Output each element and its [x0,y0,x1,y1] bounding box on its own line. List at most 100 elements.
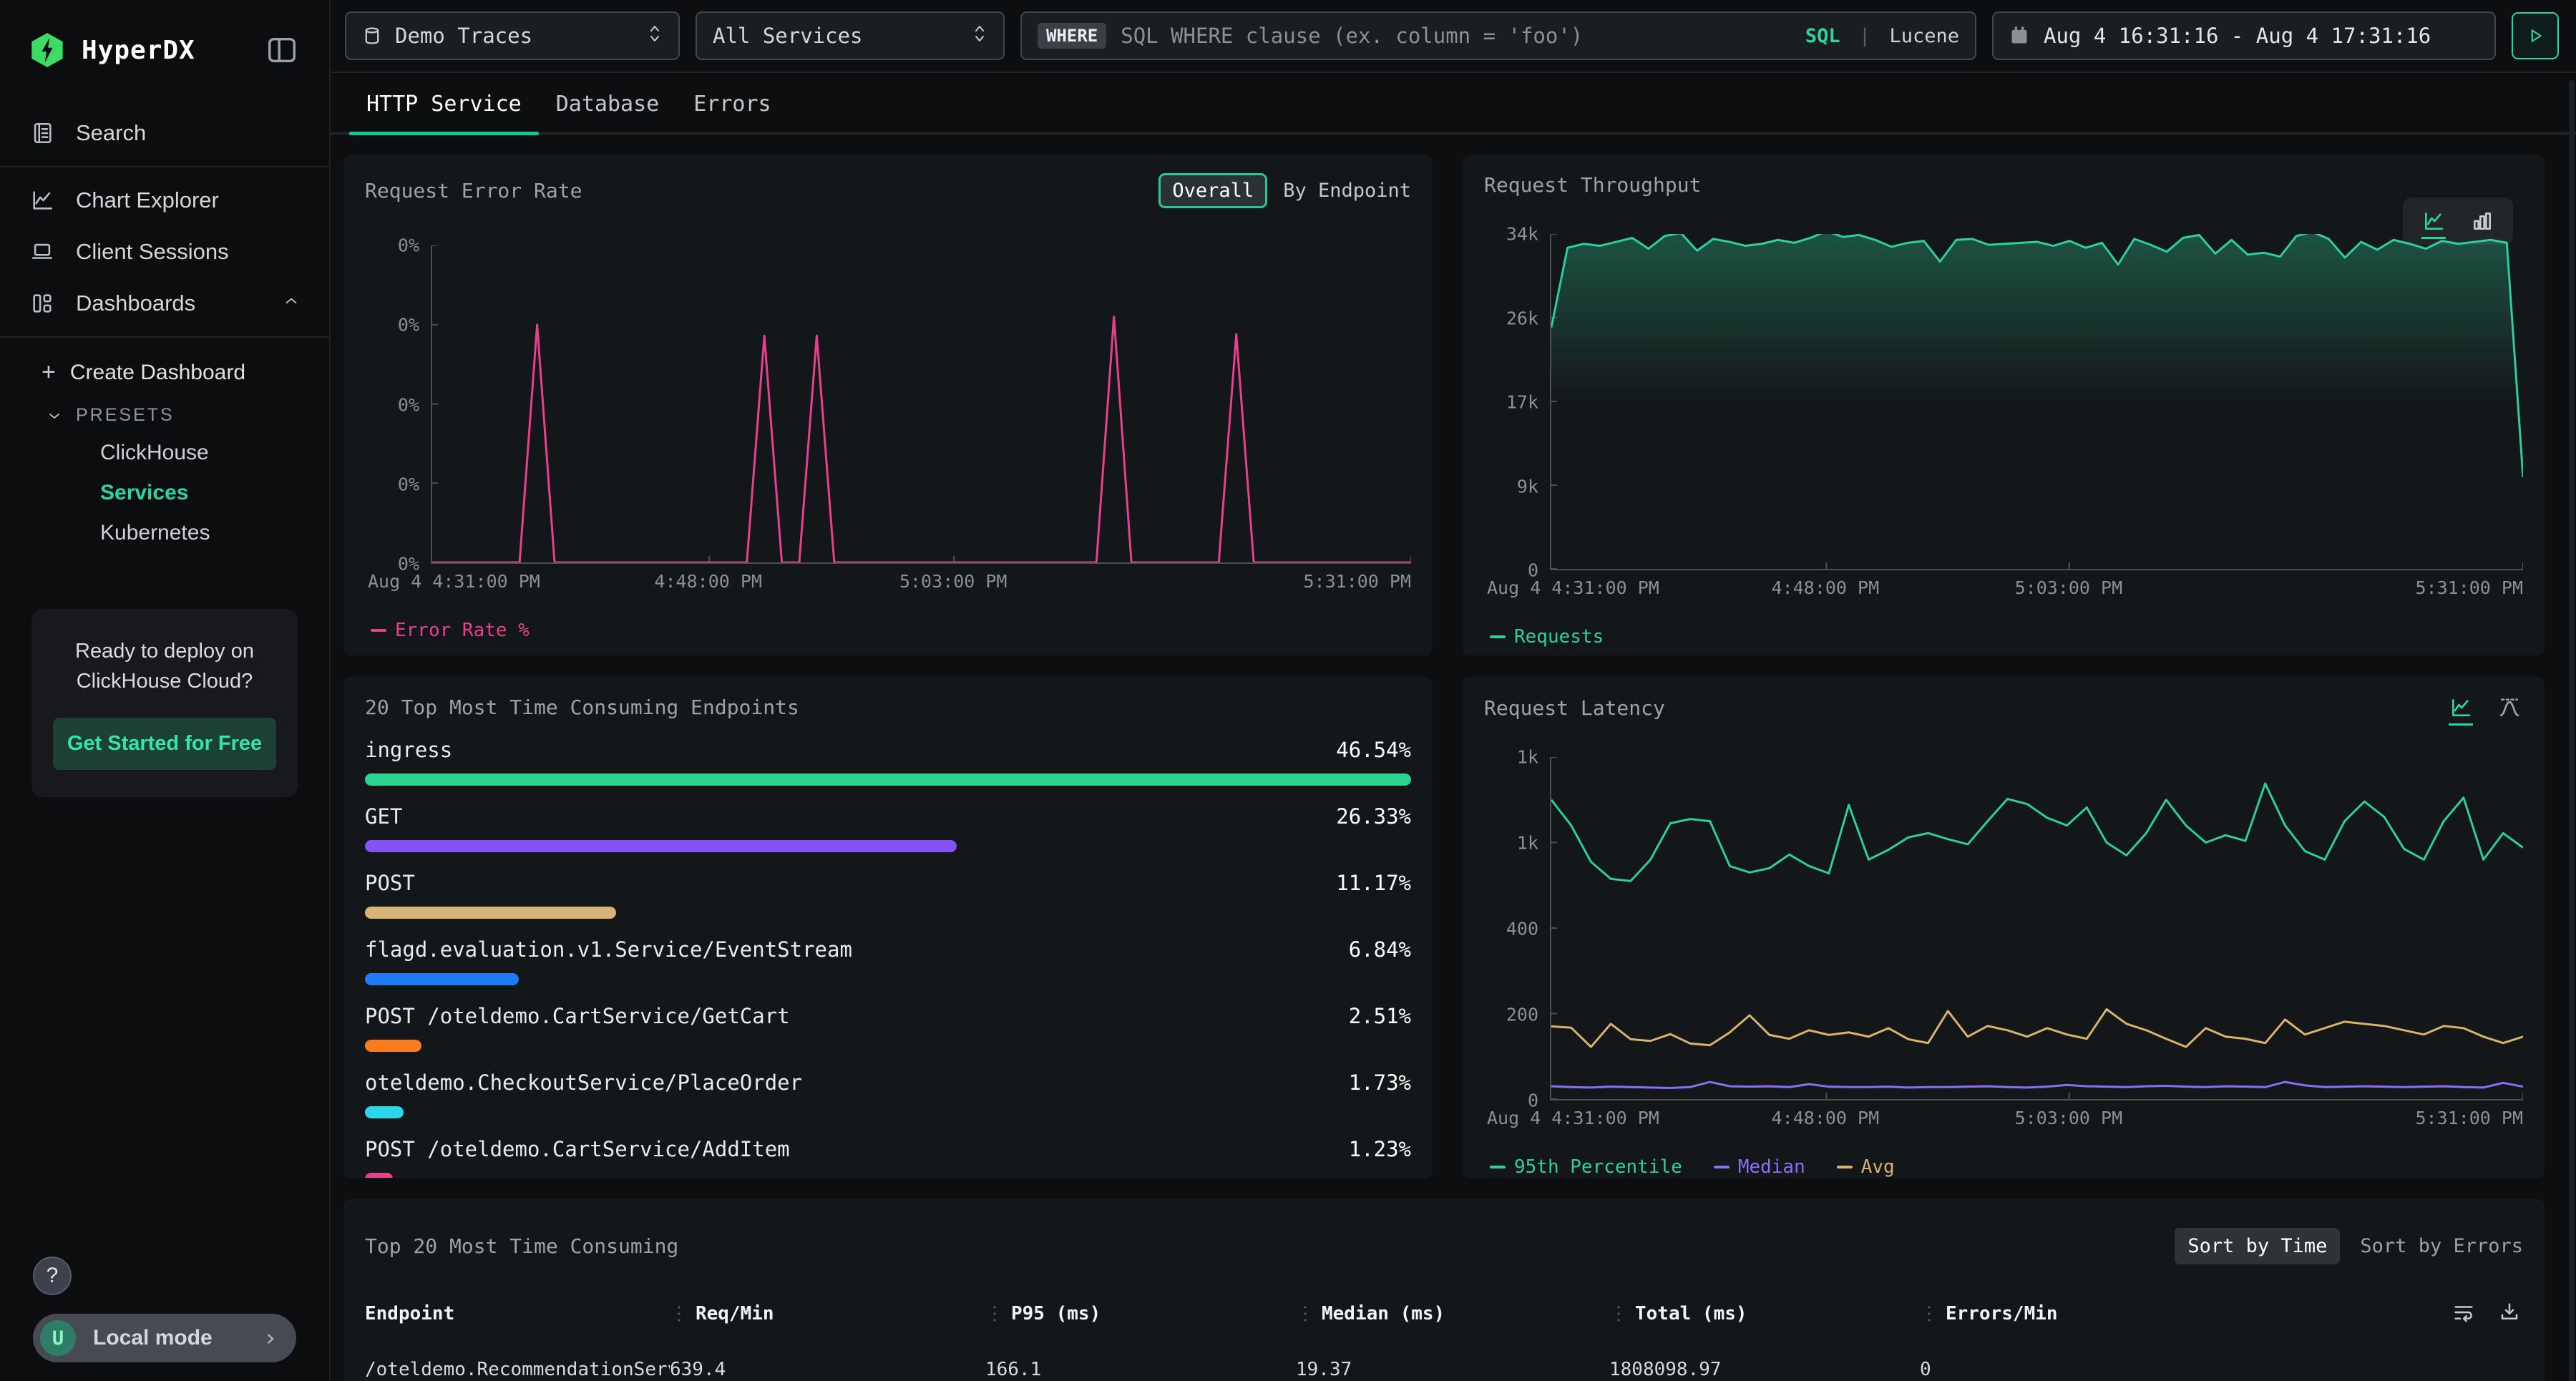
sidebar-item-dashboards[interactable]: Dashboards [0,278,329,329]
tab-bar: HTTP Service Database Errors [331,73,2576,135]
select-chevrons-icon [972,23,987,49]
wrap-lines-icon[interactable] [2450,1300,2477,1324]
sidebar-item-chart-explorer[interactable]: Chart Explorer [0,175,329,226]
sort-by-errors-button[interactable]: Sort by Errors [2360,1235,2523,1257]
play-icon [2526,26,2545,45]
sql-mode-button[interactable]: SQL [1805,25,1840,47]
histogram-icon[interactable] [2496,696,2523,720]
endpoint-row[interactable]: GET26.33% [365,804,1411,852]
column-req-min: ⋮Req/Min [670,1303,985,1324]
legend-label: Median [1738,1156,1805,1178]
endpoint-row[interactable]: POST /oteldemo.CartService/GetCart2.51% [365,1004,1411,1052]
line-chart-icon[interactable] [2447,696,2474,720]
latency-chart[interactable] [1550,757,2523,1101]
endpoint-bar [365,1106,404,1118]
endpoint-bar [365,840,957,852]
sidebar-collapse-icon[interactable] [263,34,301,67]
app-root: HyperDX Search Chart Explorer [0,0,2576,1381]
plus-icon: + [42,363,56,382]
x-axis-labels: Aug 4 4:31:00 PM 4:48:00 PM 5:03:00 PM 5… [1550,577,2523,612]
time-range-value: Aug 4 16:31:16 - Aug 4 17:31:16 [2044,24,2431,48]
drag-handle-icon[interactable]: ⋮ [985,1303,1004,1324]
tab-errors[interactable]: Errors [676,73,788,132]
column-errors-min: ⋮Errors/Min [1920,1303,2523,1324]
panel-request-throughput: Request Throughput 34k 26k 17k [1463,155,2545,655]
endpoint-bar [365,1173,393,1178]
chevron-down-icon [46,407,63,424]
run-query-button[interactable] [2512,12,2559,59]
sidebar-item-label: Chart Explorer [76,187,219,213]
drag-handle-icon[interactable]: ⋮ [1609,1303,1628,1324]
panel-top-time-consuming-table: Top 20 Most Time Consuming Sort by Time … [343,1199,2545,1381]
database-icon [362,26,382,46]
y-axis-labels: 34k 26k 17k 9k 0 [1484,234,1550,570]
sidebar-item-kubernetes[interactable]: Kubernetes [0,513,329,553]
scrollbar[interactable] [2569,80,2575,1381]
column-p95: ⋮P95 (ms) [985,1303,1296,1324]
chevron-up-icon [282,291,301,316]
panel-request-latency: Request Latency 1k 1k 4 [1463,677,2545,1178]
sidebar-item-label: Client Sessions [76,239,229,265]
endpoint-row[interactable]: POST /oteldemo.CartService/AddItem1.23% [365,1137,1411,1178]
sidebar-divider [0,336,329,338]
sort-by-time-button[interactable]: Sort by Time [2175,1228,2340,1264]
endpoint-row[interactable]: flagd.evaluation.v1.Service/EventStream6… [365,937,1411,985]
bar-chart-icon[interactable] [2469,209,2496,233]
service-select[interactable]: All Services [696,11,1005,60]
dashboards-grid-icon [29,291,56,316]
promo-line1: Ready to deploy on [53,636,276,666]
language-toggle: SQL | Lucene [1805,25,1959,47]
download-icon[interactable] [2496,1300,2523,1324]
legend: 95th Percentile Median Avg [1484,1156,2523,1178]
panel-title: Top 20 Most Time Consuming [365,1234,678,1258]
get-started-button[interactable]: Get Started for Free [53,718,276,770]
laptop-icon [29,240,56,264]
clickhouse-cloud-promo-card: Ready to deploy on ClickHouse Cloud? Get… [31,609,298,797]
local-mode-button[interactable]: U Local mode › [33,1314,296,1362]
table-row[interactable]: /oteldemo.RecommendationServ 639.4 166.1… [365,1359,2523,1380]
chart-explorer-icon [29,188,56,213]
legend-label: Requests [1514,626,1604,648]
lucene-mode-button[interactable]: Lucene [1889,25,1959,47]
legend: Error Rate % [365,620,1411,641]
sidebar-item-client-sessions[interactable]: Client Sessions [0,226,329,278]
endpoint-row[interactable]: oteldemo.CheckoutService/PlaceOrder1.73% [365,1070,1411,1118]
help-button[interactable]: ? [33,1256,72,1295]
drag-handle-icon[interactable]: ⋮ [1296,1303,1314,1324]
sidebar-item-search[interactable]: Search [0,107,329,159]
create-dashboard-label: Create Dashboard [70,361,245,385]
create-dashboard-button[interactable]: + Create Dashboard [0,345,329,395]
tab-http-service[interactable]: HTTP Service [349,73,539,132]
select-chevrons-icon [647,23,663,49]
sidebar: HyperDX Search Chart Explorer [0,0,331,1381]
overall-toggle-button[interactable]: Overall [1158,173,1267,208]
endpoint-bar [365,973,519,985]
chevron-right-icon: › [263,1324,278,1352]
throughput-chart[interactable] [1550,234,2523,570]
presets-toggle[interactable]: PRESETS [0,395,329,433]
time-range-picker[interactable]: Aug 4 16:31:16 - Aug 4 17:31:16 [1992,11,2496,60]
sidebar-item-services[interactable]: Services [0,473,329,513]
drag-handle-icon[interactable]: ⋮ [1920,1303,1938,1324]
panel-title: 20 Top Most Time Consuming Endpoints [365,696,799,719]
y-axis-labels: 1k 1k 400 200 0 [1484,757,1550,1101]
error-rate-chart[interactable] [431,245,1411,564]
sidebar-item-clickhouse[interactable]: ClickHouse [0,433,329,473]
source-select[interactable]: Demo Traces [345,11,680,60]
tab-database[interactable]: Database [539,73,677,132]
presets-label: PRESETS [76,405,175,426]
search-input[interactable]: WHERE SQL WHERE clause (ex. column = 'fo… [1020,11,1976,60]
promo-line2: ClickHouse Cloud? [53,666,276,696]
legend-label: Error Rate % [395,620,530,641]
endpoint-row[interactable]: ingress46.54% [365,738,1411,786]
by-endpoint-toggle-button[interactable]: By Endpoint [1283,180,1411,202]
sidebar-divider [0,166,329,167]
drag-handle-icon[interactable]: ⋮ [670,1303,688,1324]
endpoint-row[interactable]: POST11.17% [365,871,1411,919]
column-endpoint: Endpoint [365,1303,670,1324]
local-mode-label: Local mode [93,1326,246,1350]
endpoint-bar [365,907,616,919]
sidebar-item-label: Dashboards [76,291,195,316]
line-chart-icon[interactable] [2420,209,2447,233]
column-total: ⋮Total (ms) [1609,1303,1920,1324]
